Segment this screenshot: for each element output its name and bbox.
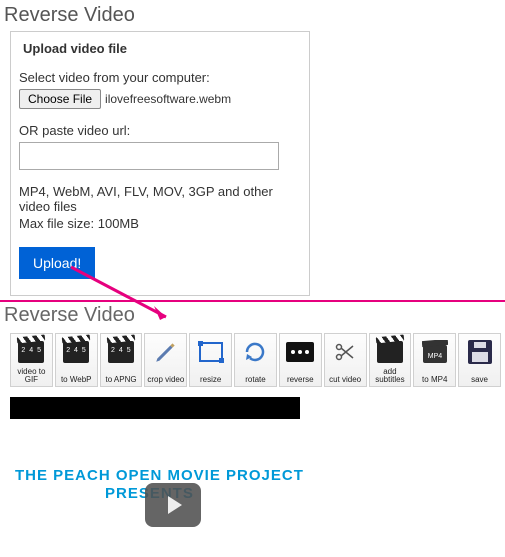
tool-to-mp4[interactable]: MP4 to MP4 (413, 333, 456, 387)
tool-label: save (471, 376, 488, 384)
maxsize-text: Max file size: 100MB (19, 216, 299, 231)
tool-to-apng[interactable]: 2 4 5 to APNG (100, 333, 143, 387)
tool-crop-video[interactable]: crop video (144, 333, 187, 387)
upload-box: Upload video file Select video from your… (10, 31, 310, 296)
tool-rotate[interactable]: rotate (234, 333, 277, 387)
tool-cut-video[interactable]: cut video (324, 333, 367, 387)
preview-text-line2: PRESENTS (105, 485, 315, 503)
reverse-icon (285, 337, 315, 367)
tool-label: to MP4 (422, 376, 447, 384)
tool-to-webp[interactable]: 2 4 5 to WebP (55, 333, 98, 387)
save-icon (465, 337, 495, 367)
svg-text:MP4: MP4 (428, 353, 443, 360)
tool-save[interactable]: save (458, 333, 501, 387)
tool-add-subtitles[interactable]: add subtitles (369, 333, 412, 387)
play-button[interactable] (145, 483, 201, 527)
page-title: Reverse Video (0, 0, 505, 31)
second-page-title: Reverse Video (0, 302, 505, 333)
tool-label: to APNG (105, 376, 136, 384)
choose-file-button[interactable]: Choose File (19, 89, 101, 109)
tool-label: video to GIF (11, 368, 52, 384)
clapperboard-icon: 2 4 5 (61, 337, 91, 367)
upload-legend: Upload video file (21, 41, 129, 56)
scissors-icon (330, 337, 360, 367)
clapperboard-icon: 2 4 5 (106, 337, 136, 367)
file-row: Choose File ilovefreesoftware.webm (19, 89, 299, 109)
rotate-icon (240, 337, 270, 367)
tool-label: to WebP (61, 376, 92, 384)
tool-video-to-gif[interactable]: 2 4 5 video to GIF (10, 333, 53, 387)
video-bar-top (10, 397, 300, 419)
formats-text: MP4, WebM, AVI, FLV, MOV, 3GP and other … (19, 184, 299, 214)
mp4-icon: MP4 (420, 337, 450, 367)
select-label: Select video from your computer: (19, 70, 299, 85)
pencil-icon (151, 337, 181, 367)
tool-reverse[interactable]: reverse (279, 333, 322, 387)
tool-label: resize (200, 376, 221, 384)
video-url-input[interactable] (19, 142, 279, 170)
or-paste-label: OR paste video url: (19, 123, 299, 138)
clapperboard-icon (375, 337, 405, 367)
tool-label: add subtitles (370, 368, 411, 384)
tool-label: cut video (329, 376, 361, 384)
tool-label: crop video (147, 376, 184, 384)
toolbar: 2 4 5 video to GIF 2 4 5 to WebP 2 4 5 t… (0, 333, 505, 389)
tool-resize[interactable]: resize (189, 333, 232, 387)
upload-button[interactable]: Upload! (19, 247, 95, 279)
video-preview: THE PEACH OPEN MOVIE PROJECT PRESENTS (15, 467, 315, 557)
tool-label: rotate (245, 376, 265, 384)
tool-label: reverse (287, 376, 314, 384)
selected-file-name: ilovefreesoftware.webm (105, 92, 231, 106)
clapperboard-icon: 2 4 5 (16, 337, 46, 367)
resize-icon (196, 337, 226, 367)
